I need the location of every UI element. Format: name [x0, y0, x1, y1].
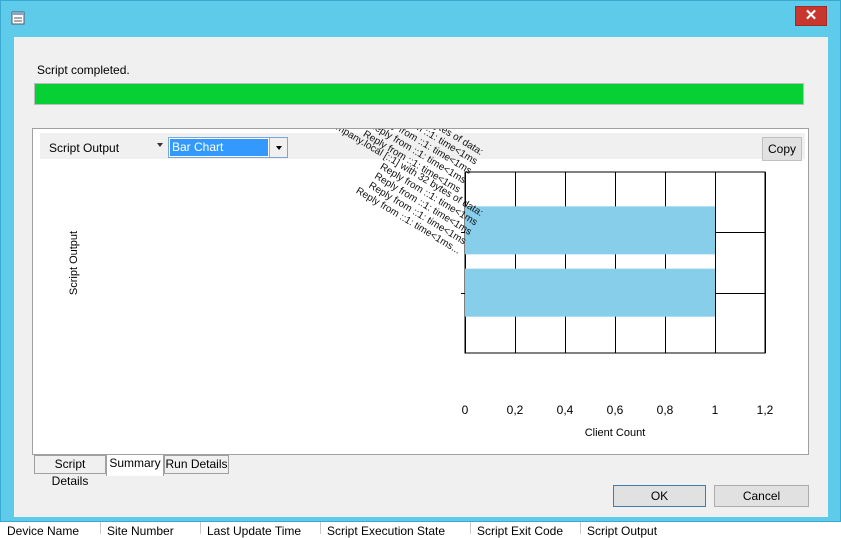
x-tick-label: 0,2	[507, 403, 524, 417]
chart-bars	[465, 206, 715, 317]
tab-summary[interactable]: Summary	[106, 454, 164, 476]
x-tick-label: 0,8	[657, 403, 674, 417]
category-labels: …n 32 bytes of data:Reply from ::1: time…	[300, 129, 485, 257]
column-divider	[200, 522, 201, 534]
bar-chart: …n 32 bytes of data:Reply from ::1: time…	[68, 129, 774, 439]
close-button[interactable]: ✕	[795, 6, 827, 26]
tab-script-details[interactable]: Script Details	[34, 455, 106, 488]
x-tick-label: 0,6	[607, 403, 624, 417]
column-header-site-number[interactable]: Site Number	[107, 524, 174, 538]
chart-grid	[461, 171, 766, 354]
column-divider	[470, 522, 471, 534]
bar	[465, 268, 715, 317]
x-tick-label: 0	[462, 403, 469, 417]
dialog-client-area: Script completed. Script Output Bar Char…	[14, 37, 828, 517]
x-tick-label: 1,2	[757, 403, 774, 417]
dialog-window: ✕ Script completed. Script Output Bar Ch…	[0, 0, 841, 522]
cancel-button[interactable]: Cancel	[714, 485, 809, 507]
x-tick-label: 1	[712, 403, 719, 417]
column-divider	[320, 522, 321, 534]
status-text: Script completed.	[37, 63, 130, 77]
column-header-script-execution-state[interactable]: Script Execution State	[327, 524, 445, 538]
output-panel: Script Output Bar Chart Copy …n 32 bytes…	[32, 128, 809, 455]
x-tick-labels: 0 0,2 0,4 0,6 0,8 1 1,2	[462, 403, 774, 417]
bar	[465, 206, 715, 255]
column-divider	[580, 522, 581, 534]
progress-bar	[34, 83, 804, 105]
tab-run-details[interactable]: Run Details	[164, 455, 229, 474]
ok-button[interactable]: OK	[613, 485, 706, 507]
column-header-script-exit-code[interactable]: Script Exit Code	[477, 524, 563, 538]
column-header-last-update-time[interactable]: Last Update Time	[207, 524, 301, 538]
background-list-header: Device Name Site Number Last Update Time…	[0, 520, 841, 538]
x-axis-label: Client Count	[585, 427, 646, 439]
form-window-icon	[11, 11, 25, 25]
close-icon: ✕	[804, 7, 818, 24]
progress-fill	[35, 84, 803, 104]
column-divider	[100, 522, 101, 534]
column-header-script-output[interactable]: Script Output	[587, 524, 657, 538]
column-header-device-name[interactable]: Device Name	[7, 524, 79, 538]
x-tick-label: 0,4	[557, 403, 574, 417]
y-axis-label: Script Output	[68, 231, 80, 295]
